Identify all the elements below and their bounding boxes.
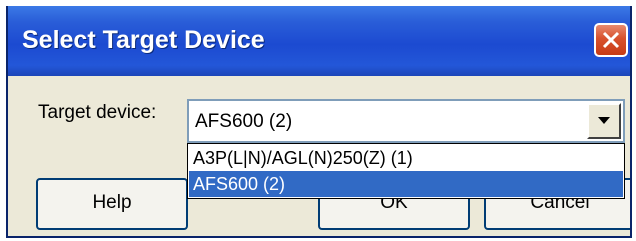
dialog-title: Select Target Device [22, 26, 265, 54]
dropdown-option-afs600[interactable]: AFS600 (2) [189, 171, 623, 197]
close-button[interactable] [594, 23, 628, 57]
close-icon [602, 31, 620, 49]
dropdown-option-a3p[interactable]: A3P(L|N)/AGL(N)250(Z) (1) [189, 145, 623, 171]
target-device-label: Target device: [38, 102, 157, 123]
chevron-down-icon [598, 117, 610, 124]
title-bar[interactable]: Select Target Device [8, 6, 630, 76]
target-device-selected-value: AFS600 (2) [195, 111, 293, 132]
help-button[interactable]: Help [36, 178, 188, 230]
target-device-select[interactable]: AFS600 (2) [187, 99, 625, 143]
select-target-device-dialog: Select Target Device Target device: AFS6… [6, 6, 632, 238]
dropdown-toggle-button[interactable] [587, 103, 621, 139]
target-device-dropdown-list: A3P(L|N)/AGL(N)250(Z) (1) AFS600 (2) [187, 143, 625, 199]
